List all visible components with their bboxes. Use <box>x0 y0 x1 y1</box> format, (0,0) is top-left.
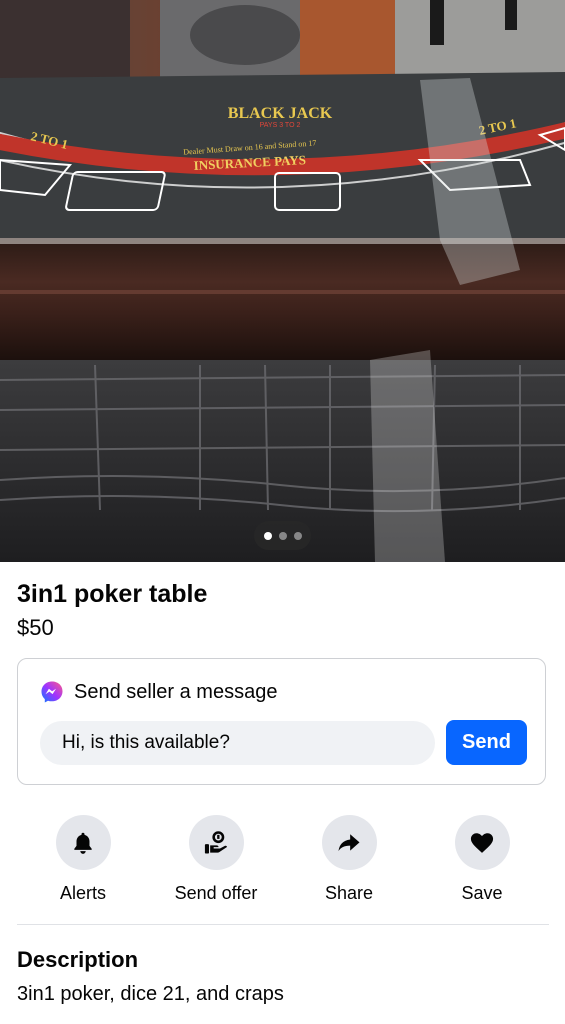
carousel-dot-2[interactable] <box>278 531 287 540</box>
save-label: Save <box>461 883 503 903</box>
table-title-text: BLACK JACK <box>228 105 333 122</box>
alerts-icon-circle[interactable] <box>55 815 111 870</box>
listing-title: 3in1 poker table <box>17 580 208 608</box>
carousel-indicator[interactable] <box>254 521 311 550</box>
description-text: 3in1 poker, dice 21, and craps <box>17 983 284 1005</box>
message-input[interactable] <box>40 721 435 765</box>
section-divider <box>17 924 549 925</box>
carousel-dot-3[interactable] <box>293 531 302 540</box>
description-heading: Description <box>17 947 139 972</box>
messenger-icon <box>40 680 64 704</box>
bell-icon <box>74 832 92 854</box>
share-arrow-icon <box>338 833 360 851</box>
message-card-header: Send seller a message <box>40 679 277 705</box>
send-message-button[interactable]: Send <box>446 720 527 765</box>
share-icon-circle[interactable] <box>321 815 377 870</box>
send-offer-icon-circle[interactable] <box>188 815 244 870</box>
save-icon-circle[interactable] <box>454 815 510 870</box>
message-card-heading: Send seller a message <box>74 681 278 703</box>
share-button[interactable]: Share <box>289 815 409 904</box>
carousel-dot-1[interactable] <box>263 531 272 540</box>
send-offer-label: Send offer <box>174 883 258 903</box>
alerts-label: Alerts <box>59 883 106 903</box>
send-offer-button[interactable]: Send offer <box>156 815 276 904</box>
listing-price: $50 <box>17 615 54 640</box>
listing-photo[interactable]: BLACK JACK PAYS 3 TO 2 Dealer Must Draw … <box>0 0 565 562</box>
table-subtitle-text: PAYS 3 TO 2 <box>260 122 301 129</box>
heart-icon <box>470 832 494 853</box>
save-button[interactable]: Save <box>422 815 542 904</box>
poker-table-image: BLACK JACK PAYS 3 TO 2 Dealer Must Draw … <box>0 0 565 562</box>
message-seller-card: Send seller a message Send <box>17 658 546 785</box>
alerts-button[interactable]: Alerts <box>23 815 143 904</box>
share-label: Share <box>324 883 374 903</box>
offer-icon <box>204 830 227 853</box>
